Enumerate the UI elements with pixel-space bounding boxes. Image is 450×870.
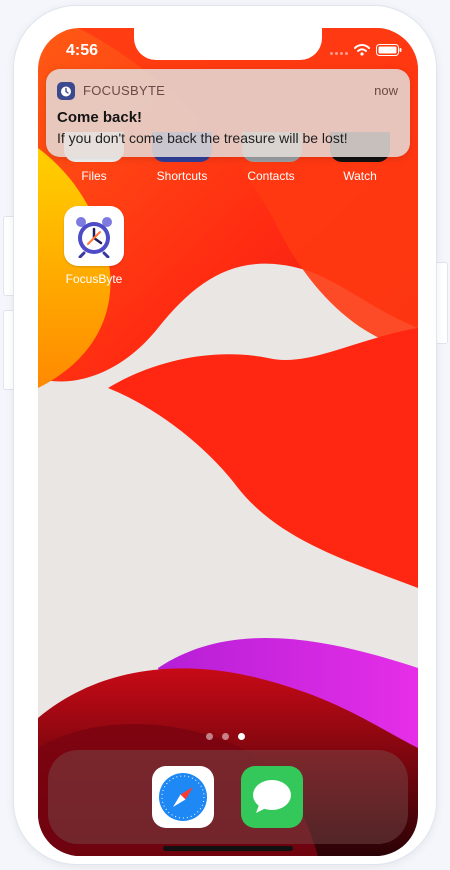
contacts-app-label[interactable]: Contacts xyxy=(231,169,311,183)
focusbyte-notification-icon xyxy=(57,82,75,100)
shortcuts-app-label[interactable]: Shortcuts xyxy=(142,169,222,183)
side-button[interactable] xyxy=(435,262,448,344)
home-screen: Files Shortcuts Contacts Watch FocusByte… xyxy=(38,28,418,856)
safari-app-icon[interactable] xyxy=(152,766,214,828)
watch-app-label[interactable]: Watch xyxy=(320,169,400,183)
focusbyte-app-label[interactable]: FocusByte xyxy=(54,272,134,286)
alarm-clock-icon xyxy=(76,217,112,258)
notification-time: now xyxy=(374,83,398,98)
notch xyxy=(134,28,322,60)
page-dot[interactable] xyxy=(222,733,229,740)
messages-icon xyxy=(253,780,291,813)
signal-icon xyxy=(330,45,348,55)
notification-body: If you don't come back the treasure will… xyxy=(57,130,348,146)
focusbyte-app-icon[interactable] xyxy=(64,206,124,266)
page-dot-active[interactable] xyxy=(238,733,245,740)
safari-icon xyxy=(159,773,207,821)
wifi-icon xyxy=(354,44,370,56)
status-icons xyxy=(330,44,402,56)
notification-banner[interactable]: FOCUSBYTE now Come back! If you don't co… xyxy=(46,69,410,157)
dock xyxy=(48,750,408,844)
messages-app-icon[interactable] xyxy=(241,766,303,828)
status-time: 4:56 xyxy=(66,42,99,59)
alarm-clock-icon xyxy=(61,86,71,97)
page-dot[interactable] xyxy=(206,733,213,740)
files-app-label[interactable]: Files xyxy=(54,169,134,183)
notification-title: Come back! xyxy=(57,109,143,126)
home-indicator[interactable] xyxy=(163,846,293,851)
page-indicator[interactable] xyxy=(206,733,245,740)
notification-app-name: FOCUSBYTE xyxy=(83,83,166,98)
battery-icon xyxy=(376,44,402,56)
